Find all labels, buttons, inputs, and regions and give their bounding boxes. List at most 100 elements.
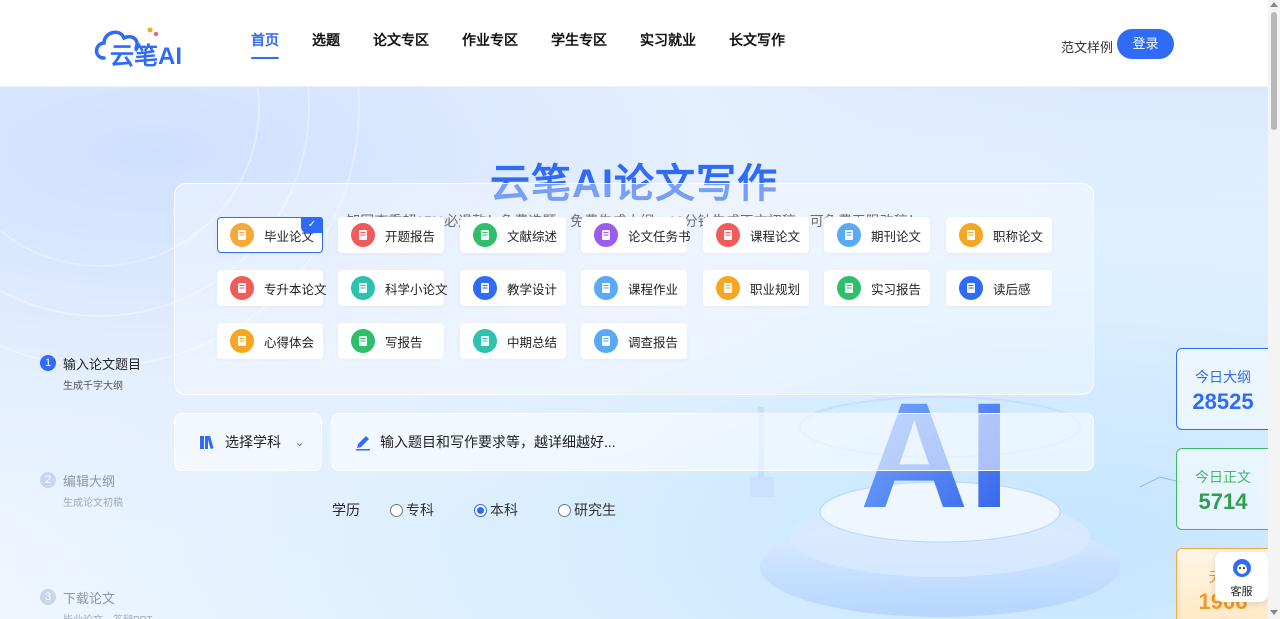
step-number: 1 <box>40 355 56 371</box>
chevron-down-icon: ⌄ <box>295 436 305 449</box>
nav-homework-zone[interactable]: 作业专区 <box>462 30 518 58</box>
write-report-icon <box>351 329 375 353</box>
graduation-cap-icon <box>230 223 254 247</box>
radio-label: 专科 <box>406 502 434 518</box>
paper-type-option[interactable]: 开题报告 <box>338 217 444 253</box>
samples-link[interactable]: 范文样例 <box>1061 37 1113 56</box>
paper-type-label: 调查报告 <box>628 335 679 350</box>
paper-type-option[interactable]: 课程作业 <box>581 270 687 306</box>
nav-internship[interactable]: 实习就业 <box>640 30 696 58</box>
paper-type-label: 中期总结 <box>507 335 558 350</box>
nav-home[interactable]: 首页 <box>251 30 279 59</box>
paper-type-option[interactable]: 期刊论文 <box>824 217 930 253</box>
step-desc: 生成千字大纲 <box>63 381 123 392</box>
step-desc: 生成论文初稿 <box>63 498 123 509</box>
nav-paper-zone[interactable]: 论文专区 <box>373 30 429 58</box>
survey-icon <box>594 329 618 353</box>
paper-type-option[interactable]: 实习报告 <box>824 270 930 306</box>
headset-icon <box>1233 559 1251 577</box>
report-icon <box>351 223 375 247</box>
customer-service-label: 客服 <box>1230 586 1253 598</box>
step-number: 2 <box>40 472 56 488</box>
subject-label: 选择学科 <box>225 434 281 450</box>
degree-option-bachelor[interactable]: 本科 <box>474 500 518 520</box>
paper-type-option[interactable]: 论文任务书 <box>581 217 691 253</box>
paper-type-panel: 毕业论文 ✓ 开题报告 文献综述 论文任务书 课程论文 期刊论文 职称论文专升本论文 科学小论文… <box>174 183 1094 395</box>
paper-type-label: 专升本论文 <box>264 282 327 297</box>
login-button[interactable]: 登录 <box>1117 29 1174 59</box>
nav-long-writing[interactable]: 长文写作 <box>729 30 785 58</box>
paper-type-label: 职业规划 <box>750 282 801 297</box>
paper-type-label: 论文任务书 <box>628 229 691 244</box>
scroll-down-arrow-icon[interactable] <box>1270 610 1278 615</box>
main-nav: 首页 选题 论文专区 作业专区 学生专区 实习就业 长文写作 <box>251 30 818 59</box>
degree-option-junior-college[interactable]: 专科 <box>390 500 434 520</box>
notebook-icon <box>230 329 254 353</box>
paper-type-option[interactable]: 读后感 <box>946 270 1052 306</box>
journal-icon <box>837 223 861 247</box>
paper-type-option[interactable]: 课程论文 <box>703 217 809 253</box>
tie-icon <box>716 276 740 300</box>
paper-type-option[interactable]: 写报告 <box>338 323 444 359</box>
paper-type-label: 期刊论文 <box>871 229 922 244</box>
subject-select[interactable]: 选择学科 ⌄ <box>174 413 322 471</box>
stat-today-outline: 今日大纲 28525 <box>1176 348 1276 430</box>
chat-icon <box>959 276 983 300</box>
stat-today-body: 今日正文 5714 <box>1176 448 1276 530</box>
topic-input[interactable] <box>380 434 980 450</box>
radio-label: 本科 <box>490 502 518 518</box>
title-paper-icon <box>959 223 983 247</box>
paper-type-label: 教学设计 <box>507 282 558 297</box>
course-paper-icon <box>716 223 740 247</box>
topic-prompt <box>331 413 1094 471</box>
flask-icon <box>473 329 497 353</box>
paper-type-label: 科学小论文 <box>385 282 448 297</box>
paper-type-option[interactable]: 科学小论文 <box>338 270 448 306</box>
page-scrollbar[interactable] <box>1268 0 1280 619</box>
site-logo[interactable]: 云笔AI <box>92 22 192 68</box>
paper-type-option[interactable]: 职业规划 <box>703 270 809 306</box>
check-icon: ✓ <box>301 217 323 233</box>
printer-icon <box>230 276 254 300</box>
books-icon <box>200 435 214 450</box>
radio-button[interactable] <box>558 503 571 517</box>
paper-type-label: 读后感 <box>993 282 1031 297</box>
paper-type-option[interactable]: 专升本论文 <box>217 270 327 306</box>
paper-type-option[interactable]: 教学设计 <box>460 270 566 306</box>
degree-option-graduate[interactable]: 研究生 <box>558 500 616 520</box>
paper-type-option[interactable]: 中期总结 <box>460 323 566 359</box>
radio-label: 研究生 <box>574 502 616 518</box>
scroll-up-arrow-icon[interactable] <box>1270 2 1278 7</box>
paper-type-option[interactable]: 文献综述 <box>460 217 566 253</box>
paper-type-option[interactable]: 心得体会 <box>217 323 323 359</box>
paper-type-option[interactable]: 毕业论文 ✓ <box>217 217 323 253</box>
step-number: 3 <box>40 589 56 605</box>
paper-type-label: 开题报告 <box>385 229 436 244</box>
paper-type-label: 课程论文 <box>750 229 801 244</box>
pen-icon <box>356 436 370 451</box>
stat-value: 28525 <box>1192 389 1254 414</box>
nav-topic[interactable]: 选题 <box>312 30 340 58</box>
customer-service-button[interactable]: 客服 <box>1215 552 1268 602</box>
paper-type-label: 实习报告 <box>871 282 922 297</box>
radio-button[interactable] <box>474 503 487 517</box>
svg-text:云笔AI: 云笔AI <box>110 42 182 68</box>
flask-icon <box>351 276 375 300</box>
stat-label: 今日大纲 <box>1195 369 1251 385</box>
scroll-thumb[interactable] <box>1271 12 1277 130</box>
paper-type-label: 职称论文 <box>993 229 1044 244</box>
paper-type-label: 写报告 <box>385 335 423 350</box>
homework-icon <box>594 276 618 300</box>
step-title: 编辑大纲 <box>63 474 116 489</box>
nav-student-zone[interactable]: 学生专区 <box>551 30 607 58</box>
stat-label: 今日正文 <box>1195 469 1251 485</box>
degree-selector: 学历 专科 本科 研究生 <box>332 500 656 520</box>
paper-type-label: 文献综述 <box>507 229 558 244</box>
book-icon <box>473 223 497 247</box>
paper-type-label: 课程作业 <box>628 282 679 297</box>
stat-value: 5714 <box>1198 489 1248 514</box>
paper-type-option[interactable]: 职称论文 <box>946 217 1052 253</box>
degree-label: 学历 <box>332 502 360 518</box>
radio-button[interactable] <box>390 503 403 517</box>
paper-type-option[interactable]: 调查报告 <box>581 323 687 359</box>
